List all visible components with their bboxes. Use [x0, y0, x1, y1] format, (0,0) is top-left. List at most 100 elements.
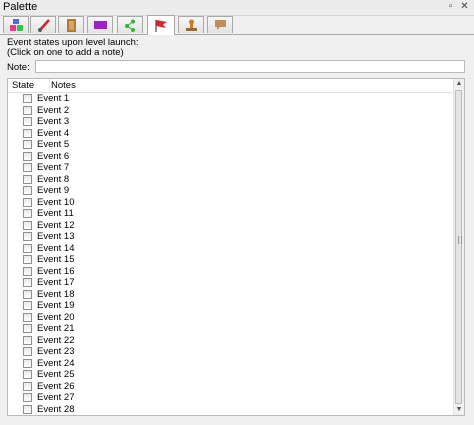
event-row[interactable]: Event 15 [8, 254, 455, 266]
event-state-checkbox[interactable] [23, 324, 32, 333]
event-row[interactable]: Event 20 [8, 312, 455, 324]
event-row[interactable]: Event 9 [8, 185, 455, 197]
scroll-down-icon[interactable]: ▼ [454, 405, 464, 415]
event-label: Event 10 [37, 196, 75, 208]
event-row[interactable]: Event 4 [8, 128, 455, 140]
event-row[interactable]: Event 13 [8, 231, 455, 243]
event-state-checkbox[interactable] [23, 393, 32, 402]
event-state-checkbox[interactable] [23, 151, 32, 161]
event-states-table: State Notes Event 1 Event 2 Event 3 Event 4… [7, 78, 465, 416]
event-label: Event 22 [37, 334, 75, 346]
event-state-checkbox[interactable] [23, 370, 32, 379]
event-label: Event 16 [37, 265, 75, 277]
event-state-checkbox[interactable] [23, 117, 32, 126]
vertical-scrollbar[interactable]: ▲ ▼ [453, 79, 464, 415]
scroll-up-icon[interactable]: ▲ [454, 79, 464, 89]
event-label: Event 20 [37, 311, 75, 323]
event-row[interactable]: Event 23 [8, 346, 455, 358]
event-label: Event 19 [37, 300, 75, 311]
event-state-checkbox[interactable] [23, 404, 32, 414]
door-icon [67, 19, 76, 32]
tab-events[interactable] [147, 15, 175, 35]
event-row[interactable]: Event 8 [8, 174, 455, 186]
palette-tabs [0, 15, 474, 35]
event-row[interactable]: Event 16 [8, 266, 455, 278]
event-row[interactable]: Event 21 [8, 323, 455, 335]
event-row[interactable]: Event 27 [8, 392, 455, 404]
event-state-checkbox[interactable] [23, 278, 32, 287]
brush-icon [38, 19, 50, 32]
note-input[interactable] [35, 60, 465, 73]
event-state-checkbox[interactable] [23, 186, 32, 195]
event-row[interactable]: Event 22 [8, 335, 455, 347]
tab-path[interactable] [117, 16, 143, 33]
event-row[interactable]: Event 17 [8, 277, 455, 289]
event-row[interactable]: Event 26 [8, 381, 455, 393]
event-row[interactable]: Event 3 [8, 116, 455, 128]
event-state-checkbox[interactable] [23, 174, 32, 184]
event-state-checkbox[interactable] [23, 94, 32, 103]
speech-bubble-icon [215, 20, 226, 30]
event-state-checkbox[interactable] [23, 312, 32, 322]
event-label: Event 17 [37, 277, 75, 288]
event-state-checkbox[interactable] [23, 335, 32, 345]
event-state-checkbox[interactable] [23, 197, 32, 207]
tab-door[interactable] [58, 16, 84, 33]
event-label: Event 13 [37, 231, 75, 242]
tab-brush[interactable] [30, 16, 56, 33]
event-label: Event 11 [37, 208, 74, 219]
event-state-checkbox[interactable] [23, 140, 32, 149]
table-header: State Notes [8, 79, 455, 93]
event-state-checkbox[interactable] [23, 105, 32, 115]
event-state-checkbox[interactable] [23, 347, 32, 356]
event-row[interactable]: Event 14 [8, 243, 455, 255]
event-row[interactable]: Event 12 [8, 220, 455, 232]
event-row[interactable]: Event 24 [8, 358, 455, 370]
tab-stamp[interactable] [178, 16, 204, 33]
event-label: Event 25 [37, 369, 75, 380]
event-state-checkbox[interactable] [23, 220, 32, 230]
event-label: Event 18 [37, 288, 75, 300]
tab-comments[interactable] [207, 16, 233, 33]
event-state-checkbox[interactable] [23, 358, 32, 368]
event-state-checkbox[interactable] [23, 381, 32, 391]
event-label: Event 14 [37, 242, 75, 254]
event-state-checkbox[interactable] [23, 243, 32, 253]
tab-platform[interactable] [87, 16, 113, 33]
event-label: Event 4 [37, 127, 70, 139]
event-row[interactable]: Event 11 [8, 208, 455, 220]
event-row[interactable]: Event 5 [8, 139, 455, 151]
event-state-checkbox[interactable] [23, 289, 32, 299]
event-row[interactable]: Event 1 [8, 93, 455, 105]
event-label: Event 21 [37, 323, 75, 334]
event-row[interactable]: Event 19 [8, 300, 455, 312]
scroll-thumb[interactable] [455, 90, 462, 404]
float-icon[interactable]: ▫ [445, 1, 456, 12]
event-label: Event 23 [37, 346, 75, 357]
event-state-checkbox[interactable] [23, 163, 32, 172]
tab-blocks[interactable] [3, 16, 29, 33]
event-state-checkbox[interactable] [23, 255, 32, 264]
event-row[interactable]: Event 25 [8, 369, 455, 381]
event-state-checkbox[interactable] [23, 232, 32, 241]
column-header-state[interactable]: State [12, 80, 34, 91]
stamp-icon [186, 19, 197, 31]
path-icon [125, 19, 135, 32]
event-row[interactable]: Event 28 [8, 404, 455, 416]
event-list: Event 1 Event 2 Event 3 Event 4 Event 5 Event… [8, 93, 455, 415]
event-state-checkbox[interactable] [23, 301, 32, 310]
close-icon[interactable]: ✕ [459, 1, 470, 12]
event-state-checkbox[interactable] [23, 266, 32, 276]
event-row[interactable]: Event 6 [8, 151, 455, 163]
event-row[interactable]: Event 18 [8, 289, 455, 301]
event-state-checkbox[interactable] [23, 209, 32, 218]
event-state-checkbox[interactable] [23, 128, 32, 138]
event-label: Event 8 [37, 173, 70, 185]
event-row[interactable]: Event 2 [8, 105, 455, 117]
column-header-notes[interactable]: Notes [51, 80, 76, 91]
event-row[interactable]: Event 10 [8, 197, 455, 209]
column-divider[interactable] [49, 79, 50, 92]
window-title: Palette [3, 1, 38, 13]
event-label: Event 12 [37, 219, 75, 231]
event-row[interactable]: Event 7 [8, 162, 455, 174]
